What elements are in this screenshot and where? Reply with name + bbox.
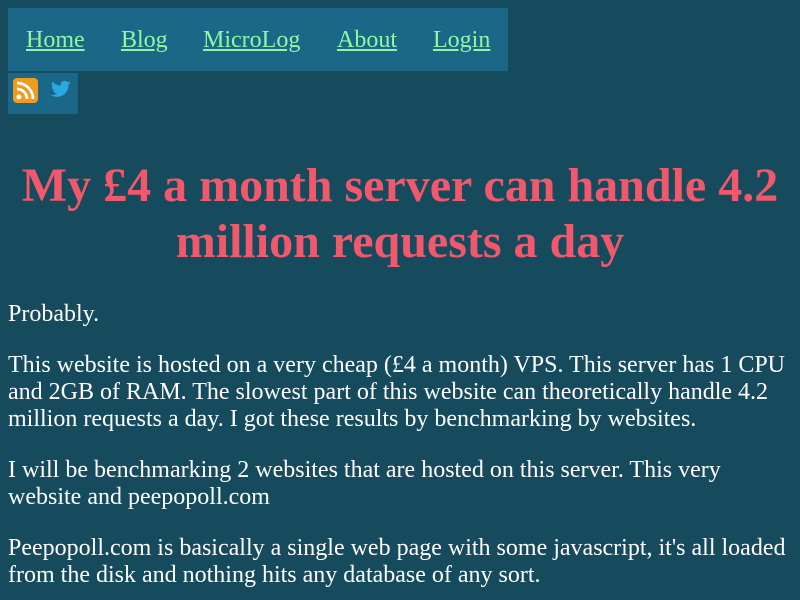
nav-home-link[interactable]: Home bbox=[26, 26, 85, 54]
paragraph-intro: Probably. bbox=[8, 301, 100, 327]
nav-about-link[interactable]: About bbox=[337, 26, 397, 54]
article-body: Probably. This website is hosted on a ve… bbox=[8, 301, 792, 600]
paragraph-peepopoll: Peepopoll.com is basically a single web … bbox=[8, 535, 786, 588]
page-title: My £4 a month server can handle 4.2 mill… bbox=[21, 159, 779, 268]
rss-icon[interactable] bbox=[13, 78, 38, 103]
nav-blog-link[interactable]: Blog bbox=[121, 26, 168, 54]
nav-bar: Home Blog MicroLog About Login bbox=[8, 8, 508, 71]
page: Home Blog MicroLog About Login My £4 a m… bbox=[0, 0, 800, 600]
paragraph-benchmark: I will be benchmarking 2 websites that a… bbox=[8, 457, 721, 510]
paragraph-hosting: This website is hosted on a very cheap (… bbox=[8, 352, 786, 432]
nav-login-link[interactable]: Login bbox=[433, 26, 490, 54]
twitter-icon[interactable] bbox=[51, 80, 71, 98]
social-bar bbox=[8, 73, 78, 114]
nav-micrologs-link[interactable]: MicroLog bbox=[203, 26, 300, 54]
